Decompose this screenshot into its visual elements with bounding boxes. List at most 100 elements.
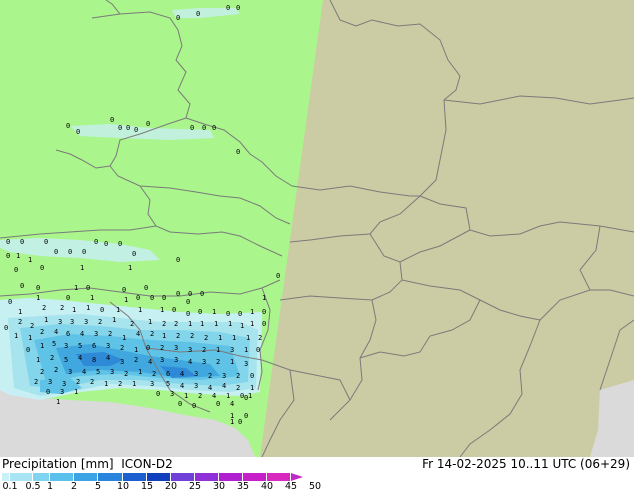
color-scale-arrow (291, 473, 303, 481)
svg-text:2: 2 (76, 378, 80, 386)
model-name: ICON-D2 (121, 457, 173, 471)
svg-text:1: 1 (230, 358, 234, 366)
svg-text:3: 3 (230, 346, 234, 354)
svg-text:4: 4 (222, 382, 226, 390)
svg-text:1: 1 (90, 294, 94, 302)
svg-text:5: 5 (64, 356, 68, 364)
svg-text:1: 1 (188, 320, 192, 328)
svg-text:0: 0 (188, 290, 192, 298)
svg-text:0: 0 (6, 238, 10, 246)
svg-text:2: 2 (174, 320, 178, 328)
precipitation-map: 0 00 0 0000 0 00 0 0 00 0000 0 00 1 10 0 0 00 0 1 1… (0, 0, 634, 457)
svg-text:1: 1 (36, 294, 40, 302)
svg-text:0: 0 (134, 126, 138, 134)
svg-text:3: 3 (94, 330, 98, 338)
svg-text:3: 3 (58, 318, 62, 326)
svg-text:3: 3 (174, 356, 178, 364)
svg-text:2: 2 (208, 372, 212, 380)
svg-text:0: 0 (276, 272, 280, 280)
color-swatch (10, 473, 33, 481)
svg-text:2: 2 (258, 334, 262, 342)
svg-text:2: 2 (202, 346, 206, 354)
svg-text:2: 2 (162, 320, 166, 328)
svg-text:2: 2 (34, 378, 38, 386)
color-scale-tick-label: 10 (116, 481, 130, 492)
svg-text:1: 1 (228, 320, 232, 328)
color-scale-tick-label: 45 (284, 481, 298, 492)
svg-text:0: 0 (76, 128, 80, 136)
svg-text:2: 2 (236, 384, 240, 392)
svg-text:1: 1 (74, 284, 78, 292)
svg-text:2: 2 (18, 318, 22, 326)
svg-text:3: 3 (64, 342, 68, 350)
svg-text:1: 1 (244, 346, 248, 354)
svg-text:0: 0 (212, 124, 216, 132)
svg-text:6: 6 (66, 330, 70, 338)
svg-text:0: 0 (46, 388, 50, 396)
color-scale-tick-label: 50 (308, 481, 322, 492)
svg-text:0: 0 (132, 250, 136, 258)
color-swatch (267, 473, 291, 481)
svg-text:5: 5 (52, 340, 56, 348)
svg-text:0: 0 (250, 372, 254, 380)
svg-text:1: 1 (74, 388, 78, 396)
svg-text:0: 0 (20, 238, 24, 246)
svg-text:0: 0 (122, 286, 126, 294)
svg-text:4: 4 (106, 354, 110, 362)
color-scale-tick-label: 25 (188, 481, 202, 492)
svg-text:0: 0 (136, 294, 140, 302)
svg-text:6: 6 (92, 342, 96, 350)
svg-text:4: 4 (136, 330, 140, 338)
svg-text:2: 2 (152, 370, 156, 378)
svg-text:0: 0 (236, 148, 240, 156)
svg-text:3: 3 (188, 346, 192, 354)
svg-text:0: 0 (238, 418, 242, 426)
svg-text:4: 4 (212, 392, 216, 400)
svg-text:3: 3 (120, 358, 124, 366)
svg-text:1: 1 (214, 320, 218, 328)
svg-text:4: 4 (54, 328, 58, 336)
svg-text:0: 0 (100, 306, 104, 314)
svg-text:8: 8 (92, 356, 96, 364)
svg-text:5: 5 (78, 342, 82, 350)
svg-text:0: 0 (8, 298, 12, 306)
svg-text:2: 2 (130, 320, 134, 328)
svg-text:1: 1 (28, 334, 32, 342)
svg-text:1: 1 (138, 306, 142, 314)
svg-text:2: 2 (190, 332, 194, 340)
svg-text:1: 1 (160, 306, 164, 314)
svg-text:0: 0 (176, 256, 180, 264)
svg-text:3: 3 (60, 388, 64, 396)
svg-text:3: 3 (160, 356, 164, 364)
svg-text:0: 0 (66, 122, 70, 130)
svg-text:0: 0 (144, 284, 148, 292)
svg-text:1: 1 (200, 320, 204, 328)
svg-text:4: 4 (208, 384, 212, 392)
svg-text:1: 1 (132, 380, 136, 388)
svg-text:0: 0 (54, 248, 58, 256)
svg-text:1: 1 (184, 392, 188, 400)
color-scale-tick-label: 40 (260, 481, 274, 492)
svg-text:1: 1 (16, 252, 20, 260)
svg-text:0: 0 (118, 240, 122, 248)
svg-text:2: 2 (160, 344, 164, 352)
svg-text:2: 2 (150, 330, 154, 338)
color-scale-tick-label: 15 (140, 481, 154, 492)
svg-text:0: 0 (196, 10, 200, 18)
color-swatch (123, 473, 147, 481)
svg-text:0: 0 (238, 310, 242, 318)
svg-text:1: 1 (104, 380, 108, 388)
color-scale-tick-label: 0.5 (25, 481, 41, 492)
svg-text:3: 3 (48, 378, 52, 386)
svg-text:2: 2 (124, 370, 128, 378)
svg-text:1: 1 (134, 346, 138, 354)
svg-text:0: 0 (200, 290, 204, 298)
color-scale-tick-label: 2 (70, 481, 78, 492)
svg-text:0: 0 (192, 402, 196, 410)
svg-text:0: 0 (186, 310, 190, 318)
svg-text:0: 0 (190, 124, 194, 132)
svg-text:3: 3 (84, 318, 88, 326)
color-swatch (171, 473, 195, 481)
svg-text:0: 0 (26, 346, 30, 354)
svg-text:1: 1 (122, 334, 126, 342)
